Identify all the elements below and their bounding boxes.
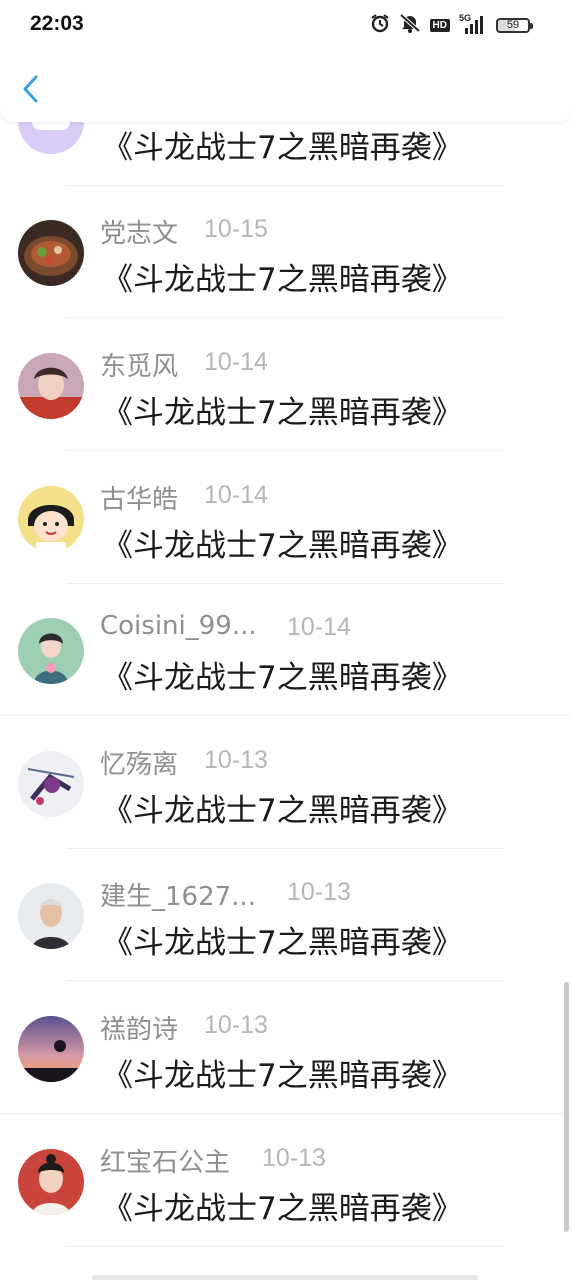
status-icons: HD 5G 59 (370, 13, 533, 37)
divider (66, 1246, 504, 1247)
user-name[interactable]: 古华皓 (100, 479, 178, 516)
battery-level: 59 (506, 19, 520, 31)
list-item[interactable]: 东觅风 10-14 《斗龙战士7之黑暗再袭》 (0, 319, 572, 451)
user-name[interactable]: 红宝石公主 (100, 1142, 230, 1179)
top-nav-bar (0, 52, 572, 122)
avatar[interactable] (18, 1016, 84, 1082)
list-item[interactable]: 禚韵诗 10-13 《斗龙战士7之黑暗再袭》 (0, 982, 572, 1114)
comment-date: 10-13 (204, 1011, 268, 1039)
comment-date: 10-14 (204, 348, 268, 376)
comment-text: 《斗龙战士7之黑暗再袭》 (102, 1191, 463, 1227)
comment-date: 10-14 (287, 613, 351, 641)
comment-text: 《斗龙战士7之黑暗再袭》 (102, 262, 463, 298)
divider (66, 317, 504, 318)
divider (66, 980, 504, 981)
divider (0, 1113, 572, 1114)
comment-date: 10-13 (262, 1144, 326, 1172)
user-name[interactable]: 党志文 (100, 213, 178, 250)
list-item[interactable]: 忆殇离 10-13 《斗龙战士7之黑暗再袭》 (0, 717, 572, 849)
list-item[interactable]: 红宝石公主 10-13 《斗龙战士7之黑暗再袭》 (0, 1115, 572, 1247)
comment-text: 《斗龙战士7之黑暗再袭》 (102, 130, 463, 166)
silent-icon (399, 13, 421, 37)
comment-date: 10-15 (204, 215, 268, 243)
bottom-edge (92, 1275, 478, 1280)
avatar[interactable] (18, 618, 84, 684)
avatar[interactable] (18, 883, 84, 949)
clock-time: 22:03 (30, 12, 84, 35)
avatar[interactable] (18, 353, 84, 419)
comment-text: 《斗龙战士7之黑暗再袭》 (102, 1058, 463, 1094)
comment-text: 《斗龙战士7之黑暗再袭》 (102, 925, 463, 961)
comment-date: 10-13 (287, 878, 351, 906)
list-item[interactable]: 建生_1627... 10-13 《斗龙战士7之黑暗再袭》 (0, 849, 572, 981)
hd-icon: HD (429, 18, 450, 32)
user-name[interactable]: 禚韵诗 (100, 1009, 178, 1046)
avatar[interactable] (18, 751, 84, 817)
avatar[interactable] (18, 220, 84, 286)
divider (0, 715, 572, 716)
comment-text: 《斗龙战士7之黑暗再袭》 (102, 660, 463, 696)
list-item[interactable]: Coisini_99... 10-14 《斗龙战士7之黑暗再袭》 (0, 584, 572, 716)
user-name[interactable]: 忆殇离 (100, 744, 178, 781)
user-name[interactable]: 建生_1627... (100, 876, 256, 913)
comment-date: 10-13 (204, 746, 268, 774)
chevron-left-icon (23, 75, 38, 103)
avatar[interactable] (18, 486, 84, 552)
avatar[interactable] (18, 1149, 84, 1215)
divider (66, 450, 504, 451)
comment-date: 10-14 (204, 481, 268, 509)
signal-5g-icon: 5G (459, 13, 487, 34)
user-name[interactable]: 东觅风 (100, 346, 178, 383)
battery-icon: 59 (496, 17, 533, 33)
list-item[interactable]: 古华皓 10-14 《斗龙战士7之黑暗再袭》 (0, 452, 572, 584)
comment-text: 《斗龙战士7之黑暗再袭》 (102, 528, 463, 564)
comment-text: 《斗龙战士7之黑暗再袭》 (102, 395, 463, 431)
list-item[interactable]: 党志文 10-15 《斗龙战士7之黑暗再袭》 (0, 186, 572, 318)
user-name[interactable]: Coisini_99... (100, 611, 257, 641)
status-bar: 22:03 HD 5G 59 (0, 0, 572, 52)
comment-text: 《斗龙战士7之黑暗再袭》 (102, 793, 463, 829)
back-button[interactable] (14, 72, 48, 106)
scrollbar[interactable] (564, 982, 569, 1232)
alarm-icon (370, 13, 390, 37)
